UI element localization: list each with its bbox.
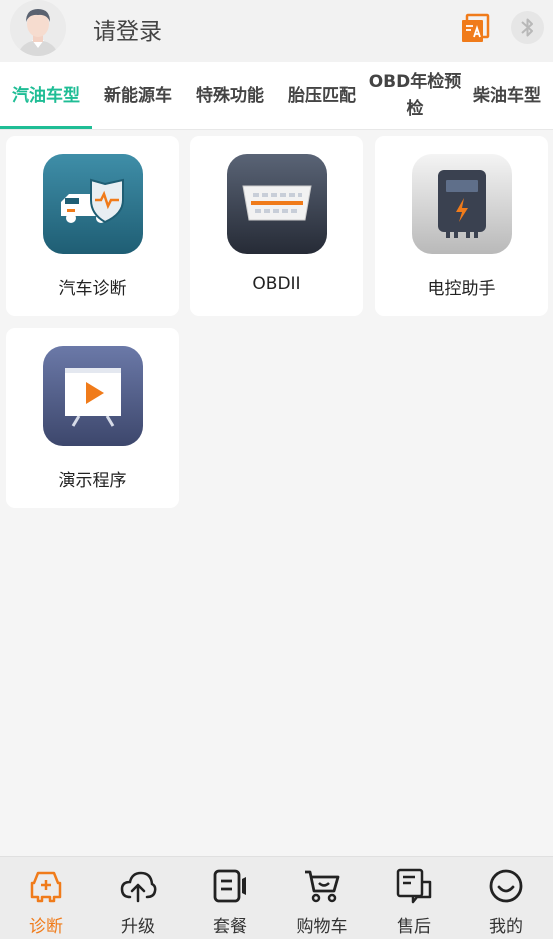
nav-item-package[interactable]: 套餐 [184, 857, 276, 939]
login-prompt[interactable]: 请登录 [93, 12, 162, 46]
nav-label: 我的 [489, 917, 523, 937]
nav-label: 诊断 [29, 917, 63, 937]
app-card-demo[interactable]: 演示程序 [6, 328, 179, 508]
category-tabs: 汽油车型 新能源车 特殊功能 胎压匹配 OBD年检预检 柴油车型 [0, 62, 553, 130]
nav-item-diagnosis[interactable]: 诊断 [0, 857, 92, 939]
package-icon [211, 867, 249, 905]
after-sales-icon [395, 867, 433, 905]
card-label: 汽车诊断 [58, 279, 127, 299]
card-label: 电控助手 [427, 279, 496, 299]
demo-video-icon [43, 346, 143, 446]
obd-connector-icon [227, 154, 327, 254]
nav-item-profile[interactable]: 我的 [460, 857, 552, 939]
bottom-nav: 诊断 升级 套餐 购物车 售后 我的 [0, 856, 553, 939]
smile-icon [487, 867, 525, 905]
nav-item-cart[interactable]: 购物车 [276, 857, 368, 939]
card-label: OBDII [252, 274, 301, 294]
cloud-upload-icon [119, 867, 157, 905]
nav-item-after-sales[interactable]: 售后 [368, 857, 460, 939]
header: 请登录 [0, 0, 553, 62]
app-card-ecu-assistant[interactable]: 电控助手 [375, 136, 548, 316]
card-label: 演示程序 [58, 471, 127, 491]
avatar[interactable] [10, 0, 66, 56]
diagnosis-icon [27, 867, 65, 905]
cart-icon [303, 867, 341, 905]
nav-label: 套餐 [213, 917, 247, 937]
nav-label: 购物车 [296, 917, 348, 937]
app-card-car-diagnosis[interactable]: 汽车诊断 [6, 136, 179, 316]
tab-diesel[interactable]: 柴油车型 [461, 62, 553, 130]
tab-new-energy[interactable]: 新能源车 [92, 62, 184, 130]
tab-gasoline[interactable]: 汽油车型 [0, 62, 92, 130]
user-avatar-icon [10, 0, 66, 56]
car-diagnosis-icon [43, 154, 143, 254]
nav-item-upgrade[interactable]: 升级 [92, 857, 184, 939]
bluetooth-icon[interactable] [511, 11, 544, 44]
document-icon[interactable] [460, 13, 490, 43]
tab-special-functions[interactable]: 特殊功能 [184, 62, 276, 130]
tab-obd-inspection[interactable]: OBD年检预检 [366, 62, 464, 130]
nav-label: 售后 [397, 917, 431, 937]
active-tab-indicator [0, 126, 92, 129]
nav-label: 升级 [121, 917, 155, 937]
app-card-obdii[interactable]: OBDII [190, 136, 363, 316]
ecu-assistant-icon [412, 154, 512, 254]
tab-tpms[interactable]: 胎压匹配 [276, 62, 368, 130]
